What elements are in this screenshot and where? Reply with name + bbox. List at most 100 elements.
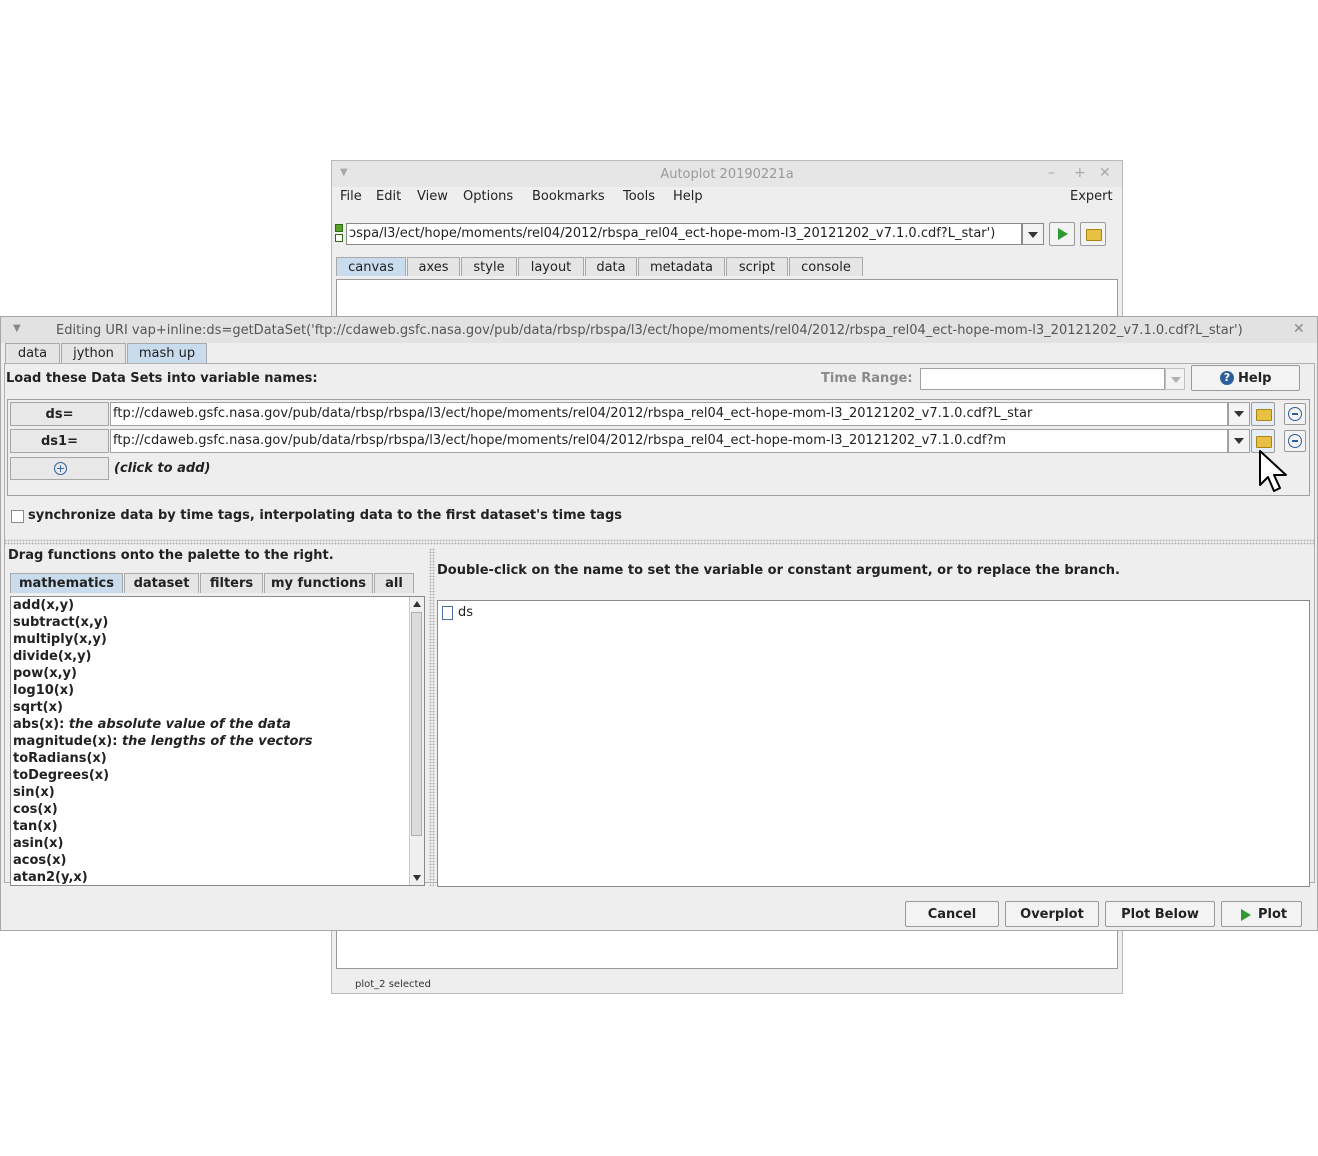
variable-browse-button[interactable] [1251, 402, 1275, 426]
variable-uri-field[interactable]: ftp://cdaweb.gsfc.nasa.gov/pub/data/rbsp… [110, 429, 1228, 453]
document-icon [442, 606, 453, 620]
uri-input[interactable]: ɔspa/l3/ect/hope/moments/rel04/2012/rbsp… [346, 223, 1022, 245]
expert-menu[interactable]: Expert [1070, 189, 1113, 204]
sync-checkbox[interactable] [11, 510, 24, 523]
function-list[interactable]: add(x,y) subtract(x,y) multiply(x,y) div… [10, 596, 425, 886]
drag-functions-label: Drag functions onto the palette to the r… [8, 548, 334, 563]
horizontal-splitter[interactable] [4, 539, 1314, 545]
list-item[interactable]: add(x,y) [13, 598, 74, 613]
close-icon[interactable]: ✕ [1099, 165, 1111, 181]
tab-axes[interactable]: axes [407, 257, 460, 276]
list-item[interactable]: toDegrees(x) [13, 768, 109, 783]
list-item[interactable]: subtract(x,y) [13, 615, 108, 630]
list-item[interactable]: acos(x) [13, 853, 66, 868]
tree-node-label[interactable]: ds [458, 605, 473, 620]
tab-jython[interactable]: jython [61, 343, 126, 363]
variable-name-button[interactable]: ds= [10, 402, 109, 426]
menu-file[interactable]: File [340, 189, 362, 204]
list-item[interactable]: divide(x,y) [13, 649, 92, 664]
tab-my-functions[interactable]: my functions [264, 573, 373, 593]
menu-view[interactable]: View [417, 189, 448, 204]
browse-button[interactable] [1080, 222, 1106, 246]
window-menu-icon[interactable]: ▼ [13, 323, 21, 334]
tab-console[interactable]: console [789, 257, 863, 276]
folder-icon [1256, 409, 1272, 421]
variable-uri-dropdown[interactable] [1228, 402, 1250, 426]
scroll-down-icon[interactable] [413, 875, 421, 881]
list-item[interactable]: toRadians(x) [13, 751, 107, 766]
play-icon [1058, 228, 1068, 240]
time-range-dropdown[interactable] [1165, 368, 1185, 390]
help-button[interactable]: ? Help [1191, 365, 1300, 391]
tab-all[interactable]: all [374, 573, 414, 593]
add-variable-label[interactable]: (click to add) [114, 461, 210, 476]
uri-dropdown-button[interactable] [1022, 223, 1044, 245]
status-indicator-icon [335, 224, 343, 232]
minimize-icon[interactable]: – [1048, 165, 1055, 181]
edit-uri-dialog: ▼ Editing URI vap+inline:ds=getDataSet('… [0, 316, 1318, 931]
list-item[interactable]: multiply(x,y) [13, 632, 107, 647]
list-item[interactable]: cos(x) [13, 802, 58, 817]
tab-style[interactable]: style [461, 257, 517, 276]
tab-canvas[interactable]: canvas [336, 257, 406, 276]
list-item[interactable]: asin(x) [13, 836, 64, 851]
chevron-down-icon [1234, 438, 1244, 444]
plot-button-label: Plot [1258, 907, 1288, 922]
list-item[interactable]: magnitude(x): the lengths of the vectors [13, 734, 313, 749]
folder-icon [1086, 229, 1102, 241]
folder-icon [1256, 436, 1272, 448]
menu-bar: File Edit View Options Bookmarks Tools H… [332, 187, 1122, 209]
vertical-splitter[interactable] [429, 548, 435, 886]
sync-label[interactable]: synchronize data by time tags, interpola… [28, 508, 622, 523]
chevron-down-icon [1028, 232, 1038, 238]
cancel-button[interactable]: Cancel [905, 901, 999, 927]
maximize-icon[interactable]: + [1074, 165, 1086, 181]
tab-dataset[interactable]: dataset [124, 573, 199, 593]
palette-instructions: Double-click on the name to set the vari… [437, 563, 1120, 578]
tab-metadata[interactable]: metadata [638, 257, 725, 276]
menu-bookmarks[interactable]: Bookmarks [532, 189, 605, 204]
remove-variable-button[interactable] [1284, 403, 1306, 425]
tab-script[interactable]: script [726, 257, 788, 276]
list-item[interactable]: pow(x,y) [13, 666, 77, 681]
help-icon: ? [1220, 371, 1234, 385]
close-icon[interactable]: ✕ [1293, 321, 1305, 337]
list-item[interactable]: sin(x) [13, 785, 55, 800]
go-button[interactable] [1049, 222, 1075, 246]
main-title-bar: ▼ Autoplot 20190221a – + ✕ [332, 161, 1122, 187]
menu-edit[interactable]: Edit [376, 189, 401, 204]
plot-button[interactable]: Plot [1221, 901, 1302, 927]
time-range-input[interactable] [920, 368, 1165, 390]
list-item[interactable]: sqrt(x) [13, 700, 63, 715]
scrollbar-thumb[interactable] [411, 612, 422, 836]
main-window-title: Autoplot 20190221a [660, 167, 794, 182]
tab-data[interactable]: data [585, 257, 637, 276]
plot-below-button[interactable]: Plot Below [1105, 901, 1215, 927]
list-item[interactable]: atan2(y,x) [13, 870, 88, 885]
menu-options[interactable]: Options [463, 189, 513, 204]
variables-panel: ds= ftp://cdaweb.gsfc.nasa.gov/pub/data/… [7, 399, 1310, 496]
status-indicator-icon-2 [335, 234, 343, 242]
tab-layout[interactable]: layout [518, 257, 584, 276]
overplot-button[interactable]: Overplot [1005, 901, 1099, 927]
variable-name-button[interactable]: ds1= [10, 429, 109, 453]
menu-tools[interactable]: Tools [623, 189, 655, 204]
tab-mathematics[interactable]: mathematics [10, 573, 123, 593]
tab-filters[interactable]: filters [200, 573, 263, 593]
tab-mash-up[interactable]: mash up [127, 343, 207, 363]
scroll-up-icon[interactable] [413, 601, 421, 607]
minus-icon [1288, 407, 1302, 421]
list-item[interactable]: tan(x) [13, 819, 58, 834]
menu-help[interactable]: Help [673, 189, 703, 204]
expression-palette[interactable]: ds [437, 600, 1310, 887]
variable-uri-dropdown[interactable] [1228, 429, 1250, 453]
plus-icon: + [54, 462, 67, 475]
list-item[interactable]: abs(x): the absolute value of the data [13, 717, 291, 732]
add-variable-button[interactable]: + [10, 457, 109, 480]
function-list-scrollbar[interactable] [409, 597, 424, 885]
variable-uri-field[interactable]: ftp://cdaweb.gsfc.nasa.gov/pub/data/rbsp… [110, 402, 1228, 426]
mouse-cursor-icon [1259, 450, 1287, 492]
tab-data[interactable]: data [5, 343, 60, 363]
list-item[interactable]: log10(x) [13, 683, 74, 698]
chevron-down-icon [1171, 377, 1181, 383]
